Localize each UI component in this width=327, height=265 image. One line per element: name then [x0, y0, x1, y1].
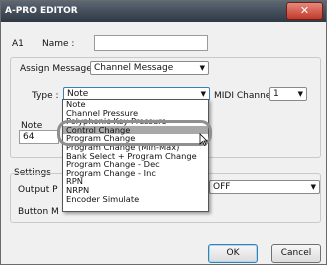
item-id: A1 [12, 39, 24, 49]
name-input[interactable] [94, 35, 208, 51]
name-label: Name : [42, 39, 75, 49]
output-value: OFF [213, 182, 231, 192]
chevron-down-icon: ▼ [310, 183, 316, 191]
note-value-field[interactable]: 64 [19, 130, 59, 144]
type-option-encoder-simulate[interactable]: Encoder Simulate [63, 194, 208, 204]
output-label: Output P [18, 185, 58, 195]
assign-message-value: Channel Message [94, 63, 174, 73]
mouse-pointer-icon [199, 133, 208, 146]
midi-channel-value: 1 [273, 89, 279, 99]
output-select[interactable]: OFF ▼ [209, 180, 320, 194]
midi-channel-select[interactable]: 1 ▼ [269, 87, 307, 101]
title-bar[interactable]: A-PRO EDITOR ✕ [1, 1, 326, 22]
highlight-ring [57, 120, 212, 146]
type-option-program-change-inc[interactable]: Program Change - Inc [63, 169, 208, 178]
close-icon: ✕ [299, 4, 310, 17]
assign-message-label: Assign Message : [20, 64, 98, 74]
window-title: A-PRO EDITOR [5, 6, 78, 16]
type-value: Note [67, 89, 89, 99]
assign-message-select[interactable]: Channel Message ▼ [90, 61, 209, 75]
button-mode-label: Button M [18, 207, 59, 217]
chevron-down-icon: ▼ [199, 64, 205, 72]
chevron-down-icon: ▼ [297, 90, 303, 98]
type-label: Type : [32, 91, 59, 101]
type-dropdown-list: Note Channel Pressure Polyphonic Key Pre… [62, 99, 209, 212]
close-button[interactable]: ✕ [286, 2, 323, 20]
ok-button[interactable]: OK [208, 244, 258, 263]
note-value: 64 [23, 132, 35, 142]
cancel-button[interactable]: Cancel [271, 244, 321, 263]
